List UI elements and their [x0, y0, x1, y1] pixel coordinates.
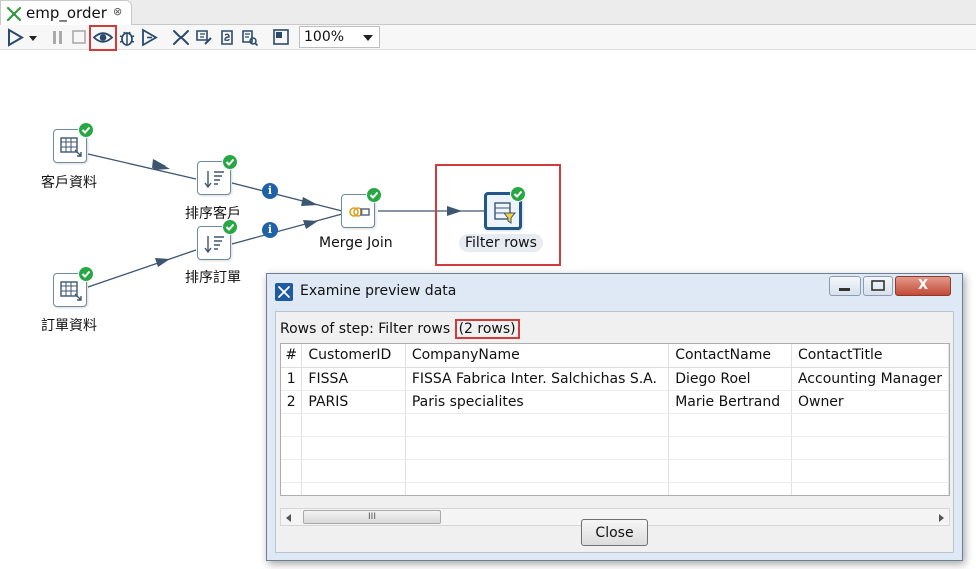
window-close-button[interactable]: X [895, 276, 951, 296]
step-label: 客戶資料 [41, 175, 97, 191]
transformation-icon [6, 6, 22, 22]
table-cell [668, 482, 792, 495]
transformation-toolbar: 100% [0, 25, 976, 51]
dialog-title: Examine preview data [300, 283, 457, 299]
table-cell [791, 436, 949, 460]
success-check-icon [78, 266, 94, 282]
table-cell [405, 413, 670, 437]
explore-db-icon[interactable] [239, 28, 259, 47]
success-check-icon [222, 219, 238, 235]
table-cell [301, 482, 406, 495]
table-header: # CustomerID CompanyName ContactName Contact… [281, 344, 949, 368]
impact-icon[interactable] [194, 28, 214, 47]
scroll-thumb[interactable]: III [303, 510, 441, 524]
table-row[interactable] [281, 459, 949, 483]
table-cell: Diego Roel [668, 367, 792, 391]
verify-icon[interactable] [171, 28, 191, 47]
dialog-body: Rows of step: Filter rows (2 rows) # Cust… [275, 311, 954, 553]
table-cell: FISSA Fabrica Inter. Salchichas S.A. [405, 367, 670, 391]
hop-customer-to-sort [87, 153, 197, 180]
table-row[interactable] [281, 482, 949, 495]
table-cell [405, 459, 670, 483]
table-cell [668, 413, 792, 437]
hop-info-icon[interactable]: i [262, 222, 278, 238]
table-cell: Accounting Manager [791, 367, 949, 391]
tab-emp-order[interactable]: emp_order ⊗ [0, 0, 132, 26]
row-number-cell [281, 459, 303, 483]
pause-icon[interactable] [48, 28, 68, 47]
table-cell [405, 436, 670, 460]
table-cell: Marie Bertrand [668, 390, 792, 414]
debug-icon[interactable] [117, 28, 137, 47]
table-cell [668, 459, 792, 483]
table-cell [405, 482, 670, 495]
run-dropdown-icon[interactable] [27, 28, 39, 47]
rows-count: (2 rows) [454, 319, 520, 339]
minimize-button[interactable] [829, 276, 861, 296]
table-cell [301, 459, 406, 483]
preview-highlight [89, 25, 117, 51]
chevron-down-icon [363, 35, 373, 41]
replay-icon[interactable] [140, 28, 160, 47]
kettle-icon [275, 283, 293, 301]
row-number-cell [281, 436, 303, 460]
step-label: 排序訂單 [185, 270, 241, 286]
tab-title: emp_order [26, 4, 107, 22]
table-row[interactable]: 1 FISSA FISSA Fabrica Inter. Salchichas S.… [281, 367, 949, 391]
step-label: Merge Join [319, 235, 393, 251]
row-number-header[interactable]: # [281, 344, 303, 368]
examine-preview-dialog: Examine preview data X Rows of step: Fil… [266, 273, 963, 561]
success-check-icon [222, 154, 238, 170]
row-number-cell [281, 413, 303, 437]
hop-info-icon[interactable]: i [262, 183, 278, 199]
rows-label-text: Rows of step: Filter rows [280, 321, 455, 337]
row-number-cell [281, 482, 303, 495]
table-cell [301, 436, 406, 460]
stop-icon[interactable] [69, 28, 89, 47]
column-header[interactable]: CompanyName [405, 344, 670, 368]
tab-close-icon[interactable]: ⊗ [113, 5, 122, 18]
editor-tab-bar: emp_order ⊗ [0, 0, 976, 26]
show-results-icon[interactable] [271, 28, 291, 47]
hop-order-to-sort [87, 249, 197, 288]
table-row[interactable] [281, 436, 949, 460]
filter-rows-highlight [435, 164, 561, 266]
zoom-select[interactable]: 100% [299, 26, 380, 48]
table-cell: FISSA [301, 367, 406, 391]
table-row[interactable] [281, 413, 949, 437]
success-check-icon [78, 122, 94, 138]
table-cell [791, 482, 949, 495]
rows-of-step-label: Rows of step: Filter rows (2 rows) [280, 319, 520, 339]
table-row[interactable]: 2 PARIS Paris specialites Marie Bertrand Own… [281, 390, 949, 414]
maximize-button[interactable] [863, 276, 893, 296]
success-check-icon [366, 187, 382, 203]
close-button[interactable]: Close [581, 519, 648, 546]
table-cell [668, 436, 792, 460]
table-cell [791, 459, 949, 483]
sql-icon[interactable] [217, 28, 237, 47]
table-cell [791, 413, 949, 437]
hop-sortcust-to-merge [231, 182, 343, 212]
column-header[interactable]: ContactTitle [791, 344, 949, 368]
row-number-cell: 2 [281, 390, 303, 414]
row-number-cell: 1 [281, 367, 303, 391]
column-header[interactable]: CustomerID [301, 344, 406, 368]
scroll-right-icon[interactable] [939, 514, 944, 522]
run-icon[interactable] [6, 28, 26, 47]
table-cell: Paris specialites [405, 390, 670, 414]
preview-table[interactable]: # CustomerID CompanyName ContactName Contact… [280, 343, 950, 496]
table-cell [301, 413, 406, 437]
scroll-left-icon[interactable] [286, 514, 291, 522]
table-cell: Owner [791, 390, 949, 414]
column-header[interactable]: ContactName [668, 344, 792, 368]
zoom-value: 100% [304, 29, 345, 45]
step-label: 訂單資料 [41, 318, 97, 334]
table-cell: PARIS [301, 390, 406, 414]
